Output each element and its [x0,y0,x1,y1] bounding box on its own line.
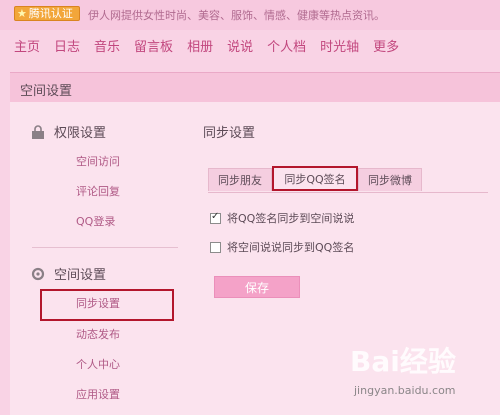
sidebar-item-qq-login[interactable]: QQ登录 [76,213,115,229]
lock-icon [32,124,44,139]
shuoshuo-to-qq-label: 将空间说说同步到QQ签名 [227,241,355,254]
section-permission-title: 权限设置 [32,122,107,141]
settings-sidebar: 权限设置 空间访问 评论回复 QQ登录 空间设置 同步设置 动态发布 个人中心 … [10,102,180,415]
sidebar-item-app-settings[interactable]: 应用设置 [76,386,120,402]
watermark-brand: Bai经验 [350,345,456,378]
nav-more[interactable]: 更多 [373,36,399,55]
sidebar-item-sync-settings[interactable]: 同步设置 [76,295,120,311]
content-title: 同步设置 [203,126,256,141]
save-button[interactable]: 保存 [214,276,300,298]
sidebar-item-feed-publish[interactable]: 动态发布 [76,326,120,342]
section-permission-label: 权限设置 [54,126,107,141]
site-tagline: 伊人网提供女性时尚、美容、服饰、情感、健康等热点资讯。 [88,9,385,22]
sidebar-item-personal-center[interactable]: 个人中心 [76,356,120,372]
baidu-jingyan-watermark: Bai经验 jingyan.baidu.com [340,338,490,410]
nav-profile[interactable]: 个人档 [267,36,306,55]
section-space-settings-label: 空间设置 [54,268,107,283]
nav-album[interactable]: 相册 [187,36,213,55]
option-shuoshuo-to-qq: 将空间说说同步到QQ签名 [210,239,354,255]
panel-header: 空间设置 [10,72,500,103]
top-bar: ★ 腾讯认证 伊人网提供女性时尚、美容、服饰、情感、健康等热点资讯。 [0,0,500,30]
sidebar-divider [32,247,178,248]
qq-to-shuoshuo-checkbox[interactable] [210,211,221,224]
watermark-url: jingyan.baidu.com [354,384,456,397]
tab-sync-qq-signature[interactable]: 同步QQ签名 [272,166,358,191]
option-qq-to-shuoshuo: 将QQ签名同步到空间说说 [210,210,354,226]
badge-label: 腾讯认证 [28,7,73,20]
tab-sync-friends[interactable]: 同步朋友 [208,168,272,191]
nav-timeline[interactable]: 时光轴 [320,36,359,55]
nav-blog[interactable]: 日志 [54,36,80,55]
main-nav: 主页 日志 音乐 留言板 相册 说说 个人档 时光轴 更多 [14,36,413,55]
nav-shuoshuo[interactable]: 说说 [227,36,253,55]
nav-home[interactable]: 主页 [14,36,40,55]
star-icon: ★ [17,7,27,20]
nav-guestbook[interactable]: 留言板 [134,36,173,55]
sidebar-item-space-access[interactable]: 空间访问 [76,153,120,169]
section-space-settings-title: 空间设置 [31,264,107,283]
tab-sync-weibo[interactable]: 同步微博 [358,168,422,191]
sync-tabs: 同步朋友 同步QQ签名 同步微博 [208,166,488,193]
panel-title: 空间设置 [20,84,73,99]
verified-badge: ★ 腾讯认证 [14,6,80,21]
shuoshuo-to-qq-checkbox[interactable] [210,241,221,253]
sidebar-item-comment-reply[interactable]: 评论回复 [76,183,120,199]
qq-to-shuoshuo-label: 将QQ签名同步到空间说说 [227,212,355,225]
nav-music[interactable]: 音乐 [94,36,120,55]
gear-icon [31,267,45,280]
